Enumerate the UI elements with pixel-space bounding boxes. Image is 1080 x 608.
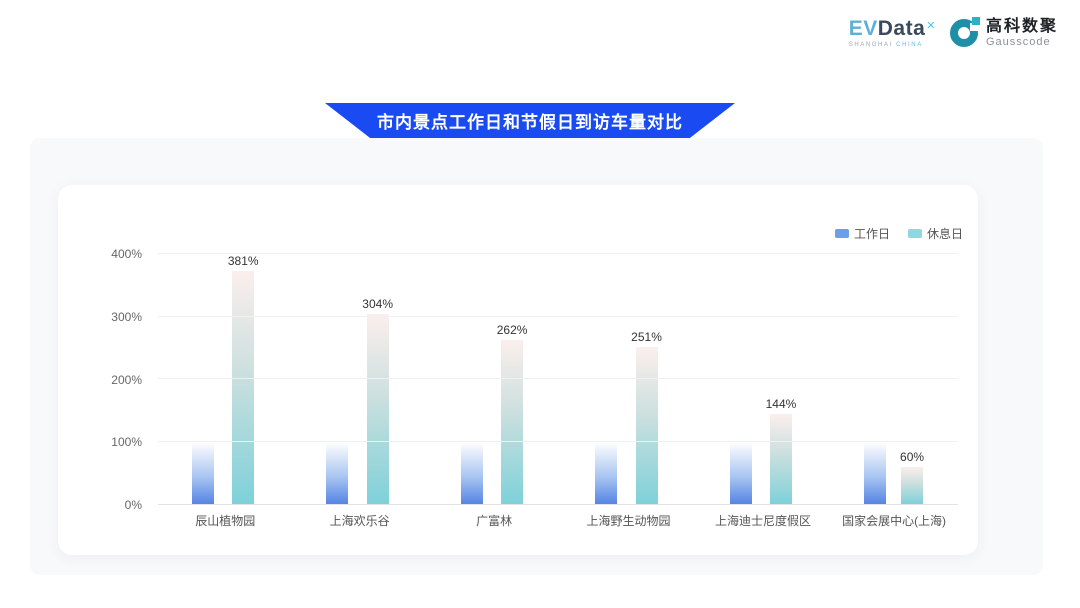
evdata-wordmark: EVData✕	[849, 18, 936, 40]
bar-value-label: 144%	[766, 397, 797, 411]
gausscode-cn-name: 高科数聚	[986, 18, 1058, 36]
bar-工作日	[461, 442, 483, 505]
x-category-label: 上海迪士尼度假区	[715, 512, 811, 529]
evdata-subtext: SHANGHAI CHINA	[849, 42, 923, 48]
y-tick-label: 0%	[125, 498, 142, 512]
bar-chart: 0%100%200%300%400% 381%辰山植物园304%上海欢乐谷262…	[98, 254, 963, 505]
bar-column: 60%	[900, 254, 924, 504]
bar-休息日	[901, 467, 923, 505]
y-tick-label: 100%	[111, 435, 142, 449]
bar-column: 262%	[497, 254, 528, 504]
bar-column: 251%	[631, 254, 662, 504]
bar-休息日	[501, 340, 523, 504]
evdata-subtext-shanghai: SHANGHAI	[849, 42, 893, 48]
gausscode-dot-shape	[972, 17, 980, 25]
page-title: 市内景点工作日和节假日到访车量对比	[377, 108, 683, 133]
gausscode-logo: 高科数聚 Gausscode	[950, 18, 1058, 48]
legend-swatch-icon	[908, 229, 922, 238]
x-category-label: 上海欢乐谷	[330, 512, 390, 529]
evdata-data-text: Data	[878, 17, 926, 40]
page: EVData✕ SHANGHAI CHINA 高科数聚 Gausscode 市内…	[0, 0, 1080, 608]
bar-group: 251%上海野生动物园	[595, 254, 662, 504]
bar-group: 262%广富林	[461, 254, 528, 504]
bar-column	[730, 254, 752, 504]
gridline	[158, 378, 958, 379]
bar-value-label: 251%	[631, 330, 662, 344]
x-category-label: 上海野生动物园	[587, 512, 671, 529]
gridline	[158, 441, 958, 442]
bar-column	[192, 254, 214, 504]
x-category-label: 国家会展中心(上海)	[842, 512, 946, 529]
bar-column: 304%	[362, 254, 393, 504]
y-tick-label: 300%	[111, 310, 142, 324]
bar-value-label: 60%	[900, 450, 924, 464]
bar-工作日	[326, 442, 348, 505]
legend-item-休息日[interactable]: 休息日	[908, 225, 963, 242]
bar-column: 144%	[766, 254, 797, 504]
evdata-logo: EVData✕ SHANGHAI CHINA	[849, 18, 936, 48]
header-logos: EVData✕ SHANGHAI CHINA 高科数聚 Gausscode	[849, 18, 1058, 48]
bar-休息日	[367, 314, 389, 504]
evdata-subtext-china: CHINA	[896, 42, 923, 48]
bar-休息日	[770, 414, 792, 504]
content-panel: 工作日休息日 0%100%200%300%400% 381%辰山植物园304%上…	[30, 138, 1043, 575]
bar-value-label: 381%	[228, 254, 259, 268]
bar-工作日	[192, 442, 214, 505]
y-axis: 0%100%200%300%400%	[98, 254, 146, 505]
legend-label: 休息日	[927, 225, 963, 242]
bar-休息日	[636, 347, 658, 504]
evdata-ev-text: EV	[849, 17, 878, 40]
bar-column	[326, 254, 348, 504]
bar-value-label: 304%	[362, 297, 393, 311]
x-category-label: 辰山植物园	[195, 512, 255, 529]
bar-group: 304%上海欢乐谷	[326, 254, 393, 504]
gridline	[158, 253, 958, 254]
gausscode-en-name: Gausscode	[986, 36, 1058, 48]
y-tick-label: 400%	[111, 247, 142, 261]
x-category-label: 广富林	[476, 512, 512, 529]
gridline	[158, 316, 958, 317]
bar-group: 144%上海迪士尼度假区	[730, 254, 797, 504]
bar-工作日	[595, 442, 617, 505]
bar-工作日	[864, 442, 886, 505]
legend-item-工作日[interactable]: 工作日	[835, 225, 890, 242]
bar-group: 381%辰山植物园	[192, 254, 259, 504]
bar-休息日	[232, 271, 254, 504]
legend-label: 工作日	[854, 225, 890, 242]
bar-groups: 381%辰山植物园 304%上海欢乐谷 262%广富林 251%上海野生动物园 144%…	[158, 254, 958, 504]
bar-column	[864, 254, 886, 504]
gausscode-g-icon	[950, 18, 980, 48]
evdata-x-icon: ✕	[926, 20, 936, 32]
bar-group: 60%国家会展中心(上海)	[864, 254, 924, 504]
title-banner: 市内景点工作日和节假日到访车量对比	[325, 103, 735, 138]
chart-legend: 工作日 休息日	[835, 225, 963, 242]
bar-column	[461, 254, 483, 504]
bar-column: 381%	[228, 254, 259, 504]
plot-area: 381%辰山植物园 304%上海欢乐谷 262%广富林 251%上海野生动物园 144%…	[158, 254, 958, 505]
gausscode-text: 高科数聚 Gausscode	[986, 18, 1058, 48]
chart-card: 工作日休息日 0%100%200%300%400% 381%辰山植物园304%上…	[58, 185, 978, 555]
legend-swatch-icon	[835, 229, 849, 238]
bar-value-label: 262%	[497, 323, 528, 337]
bar-工作日	[730, 442, 752, 505]
bar-column	[595, 254, 617, 504]
y-tick-label: 200%	[111, 373, 142, 387]
